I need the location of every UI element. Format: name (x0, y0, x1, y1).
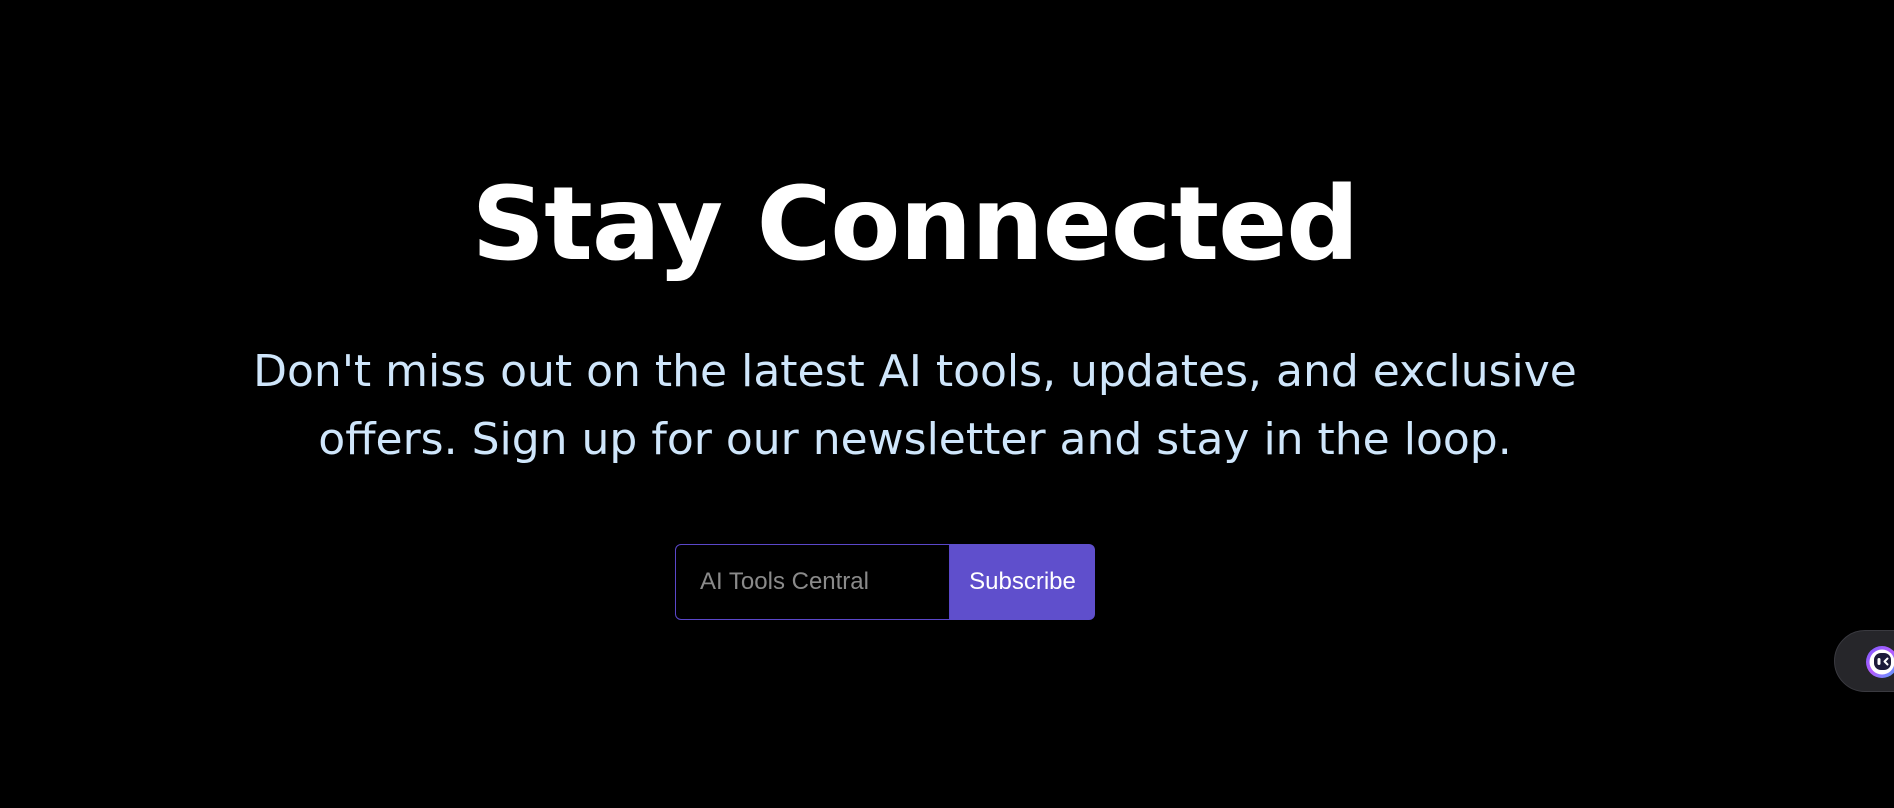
newsletter-form: Subscribe (675, 544, 1095, 620)
assistant-widget[interactable] (1834, 630, 1894, 692)
assistant-face-icon (1866, 646, 1894, 678)
email-input[interactable] (675, 544, 950, 620)
newsletter-section: Stay Connected Don't miss out on the lat… (0, 0, 1894, 808)
section-description: Don't miss out on the latest AI tools, u… (0, 338, 1830, 474)
description-line-2: offers. Sign up for our newsletter and s… (318, 414, 1512, 465)
subscribe-button[interactable]: Subscribe (950, 544, 1095, 620)
section-title: Stay Connected (471, 165, 1360, 284)
description-line-1: Don't miss out on the latest AI tools, u… (253, 346, 1577, 397)
